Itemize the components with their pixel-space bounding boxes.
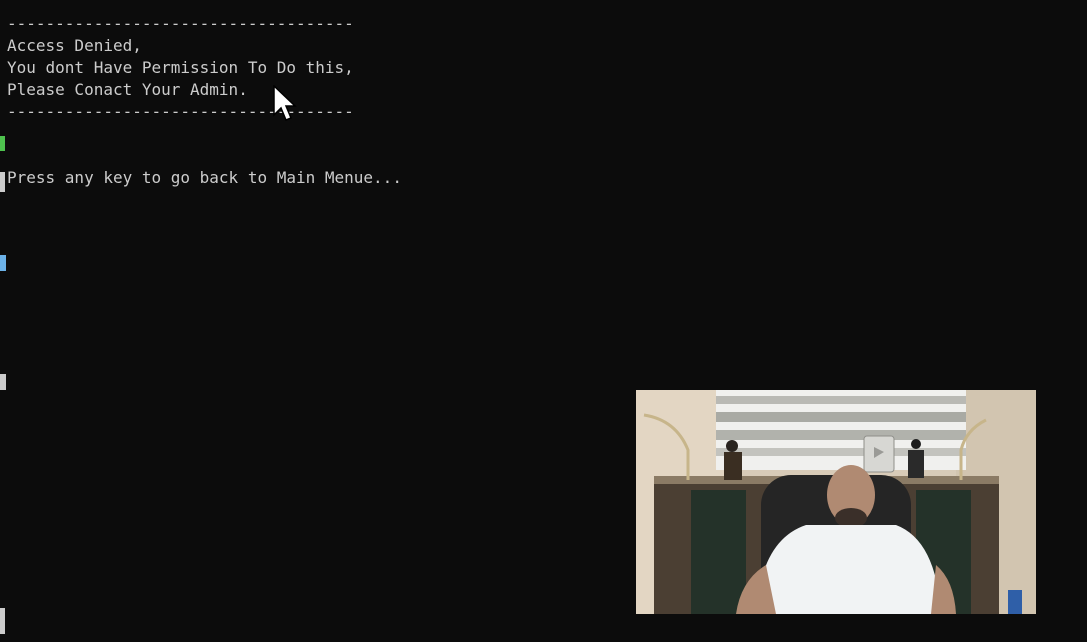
permission-message: You dont Have Permission To Do this, [7, 58, 354, 77]
mouse-pointer-icon [273, 85, 297, 121]
editor-edge-slivers [0, 136, 6, 634]
webcam-overlay [636, 390, 1036, 614]
contact-admin-message: Please Conact Your Admin. [7, 80, 248, 99]
webcam-scene [636, 390, 1036, 614]
console-output: ------------------------------------ Acce… [7, 13, 402, 189]
separator-bottom: ------------------------------------ [7, 102, 354, 121]
press-any-key-prompt: Press any key to go back to Main Menue..… [7, 168, 402, 187]
access-denied-text: Access Denied, [7, 36, 142, 55]
separator-top: ------------------------------------ [7, 14, 354, 33]
